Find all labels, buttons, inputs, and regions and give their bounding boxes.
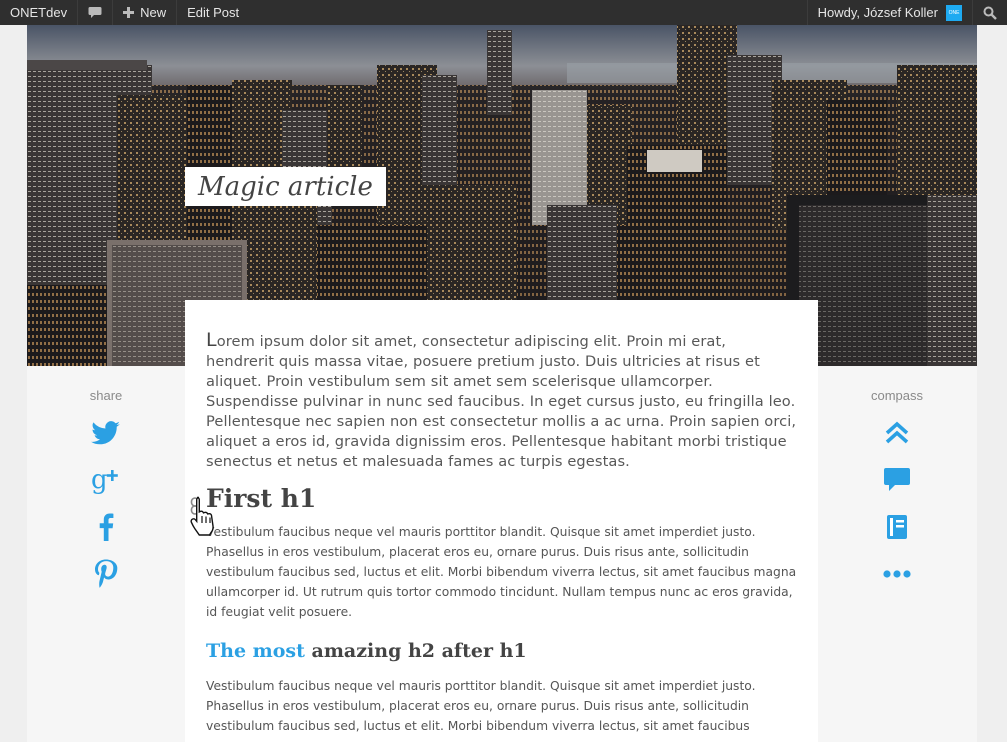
book-icon[interactable] xyxy=(879,509,915,545)
google-plus-icon[interactable]: g xyxy=(88,462,124,498)
hand-cursor-icon xyxy=(190,495,220,544)
facebook-icon[interactable] xyxy=(88,509,124,545)
heading-h1: First h1 xyxy=(190,482,798,522)
twitter-icon[interactable] xyxy=(88,415,124,451)
plus-icon xyxy=(123,7,135,18)
account-menu[interactable]: Howdy, József Koller ONE xyxy=(806,0,972,25)
svg-text:g: g xyxy=(91,465,108,495)
paragraph: Vestibulum faucibus neque vel mauris por… xyxy=(206,679,756,733)
admin-bar: ONETdev New Edit Post Howdy, József Koll… xyxy=(0,0,1007,25)
new-label: New xyxy=(140,5,167,20)
site-name-link[interactable]: ONETdev xyxy=(0,0,79,25)
article-title: Magic article xyxy=(185,167,386,206)
new-button[interactable]: New xyxy=(113,0,178,25)
avatar: ONE xyxy=(946,4,962,21)
share-label: share xyxy=(89,388,123,403)
lead-paragraph: Lorem ipsum dolor sit amet, consectetur … xyxy=(206,329,797,470)
h2-text: amazing h2 after h1 xyxy=(304,640,527,662)
search-button[interactable] xyxy=(972,0,1007,25)
site-name: ONETdev xyxy=(10,5,68,20)
avatar-text: ONE xyxy=(948,9,960,16)
paragraph: Vestibulum faucibus neque vel mauris por… xyxy=(206,525,797,619)
article-body: Lorem ipsum dolor sit amet, consectetur … xyxy=(185,300,818,742)
greeting: Howdy, József Koller xyxy=(817,5,938,20)
edit-post-link[interactable]: Edit Post xyxy=(177,0,249,25)
h1-text: First h1 xyxy=(206,484,317,513)
speech-bubble-icon xyxy=(88,6,102,19)
search-icon xyxy=(983,6,997,20)
edit-post-label: Edit Post xyxy=(187,5,240,20)
page: Magic article share g compass Lorem ipsu… xyxy=(27,25,977,742)
heading-h2: The most amazing h2 after h1 xyxy=(206,636,798,676)
pinterest-icon[interactable] xyxy=(88,556,124,592)
h2-accent-text: The most xyxy=(206,640,305,662)
double-chevron-up-icon[interactable] xyxy=(879,415,915,451)
compass-label: compass xyxy=(870,388,924,403)
comment-icon[interactable] xyxy=(879,462,915,498)
comments-button[interactable] xyxy=(78,0,114,25)
more-dots-icon[interactable] xyxy=(879,556,915,592)
